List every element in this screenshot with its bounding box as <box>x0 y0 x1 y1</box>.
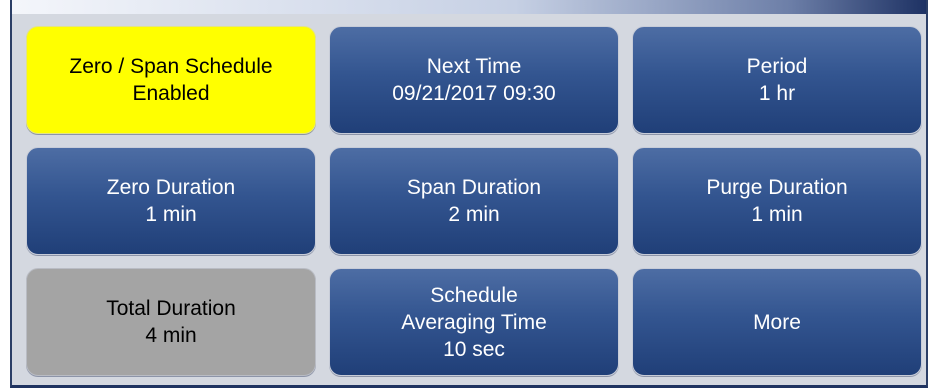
span-duration-label: Span Duration <box>406 176 542 199</box>
more-label: More <box>753 310 801 334</box>
zero-duration-label: Zero Duration <box>106 176 236 199</box>
averaging-time-label-line2: Averaging Time <box>401 310 547 334</box>
title-bar <box>12 0 926 14</box>
zero-duration-value: 1 min <box>145 203 197 226</box>
settings-grid: Zero / Span Schedule Enabled Next Time 0… <box>26 26 922 384</box>
schedule-averaging-time-button[interactable]: Schedule Averaging Time 10 sec <box>329 268 619 376</box>
screen-frame: Zero / Span Schedule Enabled Next Time 0… <box>10 0 928 388</box>
schedule-label: Zero / Span Schedule <box>69 55 273 78</box>
total-duration-value: 4 min <box>145 324 197 347</box>
purge-duration-label: Purge Duration <box>706 176 848 199</box>
purge-duration-button[interactable]: Purge Duration 1 min <box>632 147 922 255</box>
next-time-label: Next Time <box>426 55 522 78</box>
period-value: 1 hr <box>758 82 796 105</box>
zero-duration-button[interactable]: Zero Duration 1 min <box>26 147 316 255</box>
total-duration-label: Total Duration <box>106 297 236 320</box>
span-duration-value: 2 min <box>448 203 500 226</box>
total-duration-display: Total Duration 4 min <box>26 268 316 376</box>
period-button[interactable]: Period 1 hr <box>632 26 922 134</box>
span-duration-button[interactable]: Span Duration 2 min <box>329 147 619 255</box>
purge-duration-value: 1 min <box>751 203 803 226</box>
next-time-button[interactable]: Next Time 09/21/2017 09:30 <box>329 26 619 134</box>
averaging-time-label-line1: Schedule <box>430 283 518 307</box>
averaging-time-value: 10 sec <box>443 337 505 361</box>
schedule-value: Enabled <box>132 82 210 105</box>
zero-span-schedule-button[interactable]: Zero / Span Schedule Enabled <box>26 26 316 134</box>
more-button[interactable]: More <box>632 268 922 376</box>
next-time-value: 09/21/2017 09:30 <box>392 82 556 105</box>
period-label: Period <box>746 55 808 78</box>
